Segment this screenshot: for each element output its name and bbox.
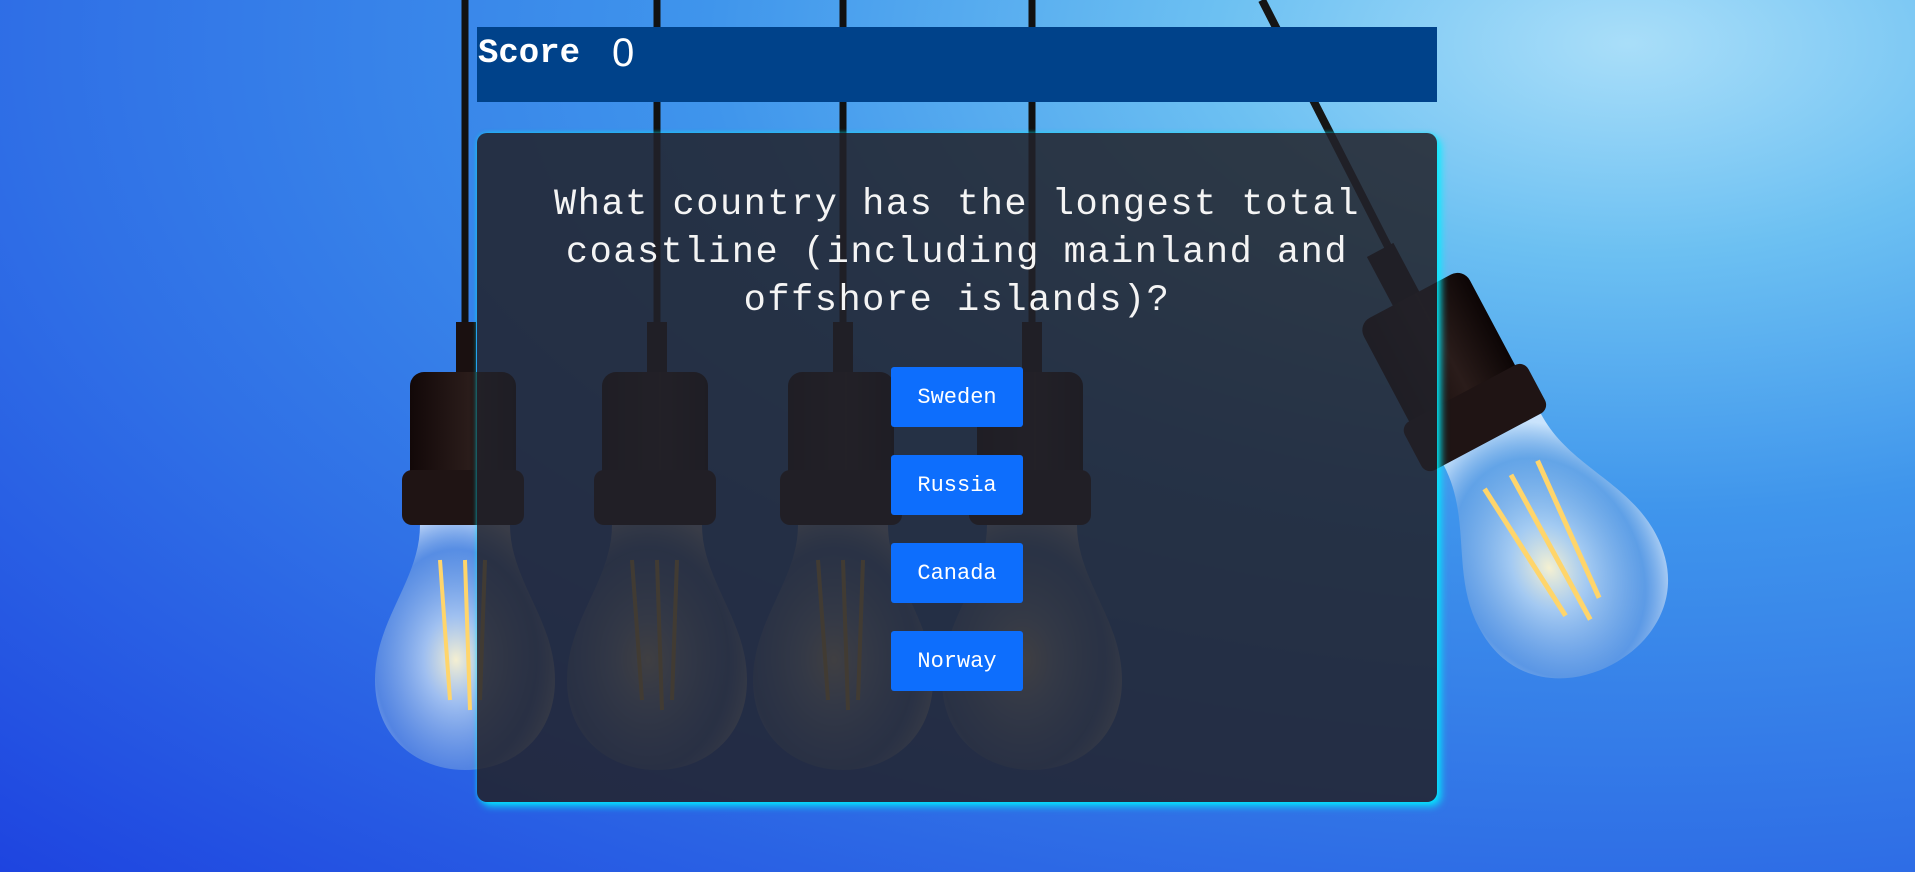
question-text: What country has the longest total coast… [554, 184, 1360, 322]
quiz-card: What country has the longest total coast… [477, 133, 1437, 802]
score-value: 0 [612, 31, 635, 75]
answer-button-sweden[interactable]: Sweden [891, 367, 1023, 427]
score-label: Score [478, 35, 581, 73]
answer-list: Sweden Russia Canada Norway [891, 367, 1023, 719]
score-bar: Score 0 [477, 27, 1437, 102]
answer-button-canada[interactable]: Canada [891, 543, 1023, 603]
answer-button-russia[interactable]: Russia [891, 455, 1023, 515]
answer-button-norway[interactable]: Norway [891, 631, 1023, 691]
